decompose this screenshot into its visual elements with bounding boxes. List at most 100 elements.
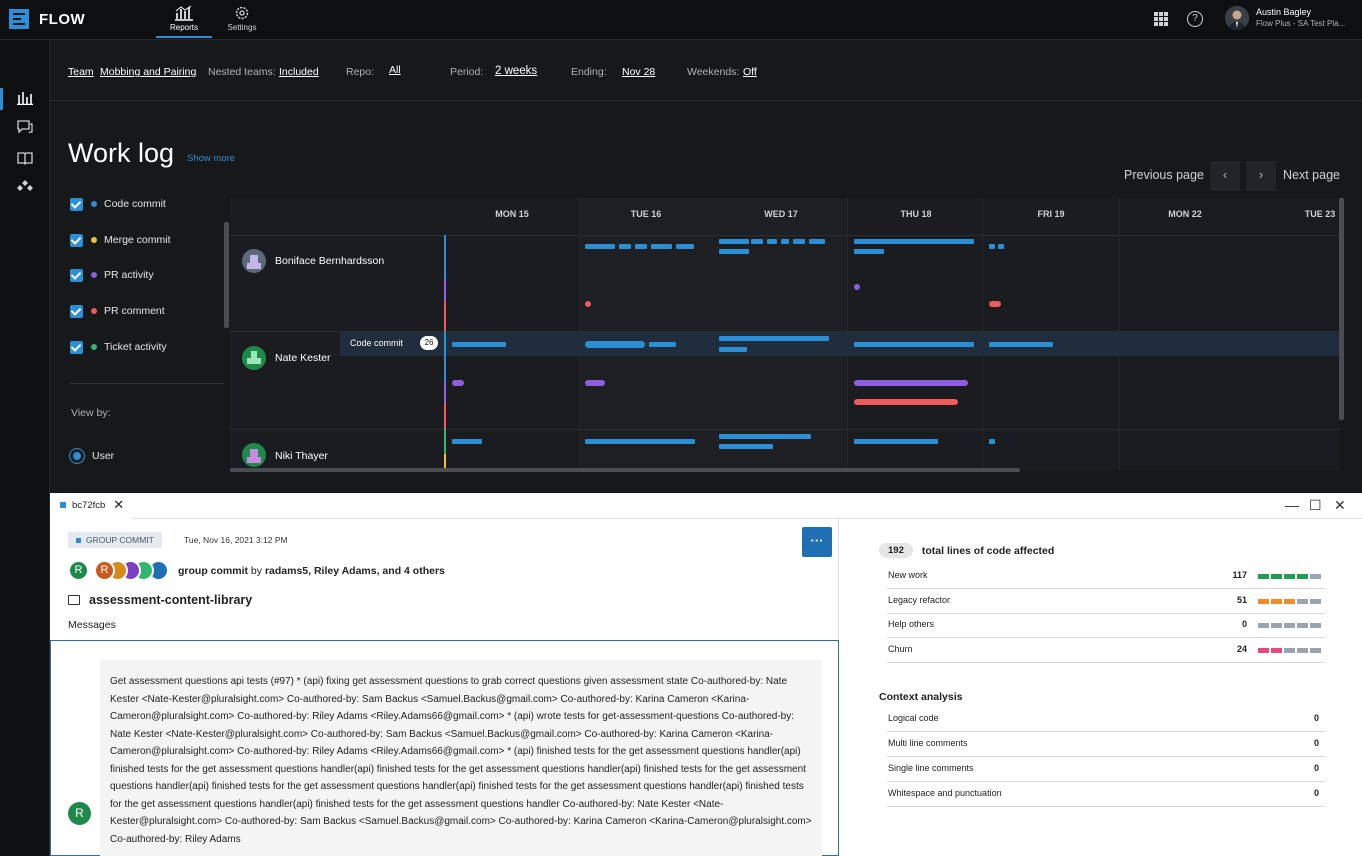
- activity-mark[interactable]: [585, 439, 695, 444]
- user-name[interactable]: Niki Thayer: [275, 450, 328, 462]
- maximize-icon[interactable]: ☐: [1309, 497, 1322, 514]
- legend-item-code-commit[interactable]: Code commit: [70, 197, 166, 211]
- activity-mark[interactable]: [719, 336, 829, 341]
- chat-icon[interactable]: [17, 120, 33, 134]
- previous-page-label[interactable]: Previous page: [1124, 168, 1204, 182]
- activity-mark[interactable]: [989, 244, 995, 249]
- checkbox[interactable]: [70, 304, 83, 318]
- tab-settings[interactable]: Settings: [214, 4, 270, 38]
- legend-item-ticket-activity[interactable]: Ticket activity: [70, 340, 167, 354]
- activity-mark[interactable]: [989, 301, 1001, 307]
- tab-reports[interactable]: Reports: [156, 4, 212, 38]
- legend-label: PR activity: [104, 269, 154, 281]
- activity-mark[interactable]: [854, 342, 974, 347]
- activity-mark[interactable]: [854, 380, 968, 386]
- checkbox[interactable]: [70, 197, 83, 211]
- bar-chart-icon[interactable]: [17, 91, 33, 105]
- close-icon[interactable]: ✕: [113, 497, 124, 513]
- next-page-button[interactable]: ›: [1246, 161, 1276, 191]
- legend-item-pr-comment[interactable]: PR comment: [70, 304, 165, 318]
- activity-mark[interactable]: [989, 342, 1053, 347]
- checkbox[interactable]: [70, 233, 83, 247]
- tab-settings-label: Settings: [227, 23, 257, 32]
- legend-item-merge-commit[interactable]: Merge commit: [70, 233, 171, 247]
- repo-filter[interactable]: All: [389, 64, 401, 76]
- view-by-user-radio[interactable]: [70, 449, 84, 463]
- activity-mark[interactable]: [854, 239, 974, 244]
- checkbox[interactable]: [70, 340, 83, 354]
- user-name[interactable]: Austin Bagley: [1256, 7, 1311, 17]
- avatar[interactable]: R: [94, 560, 115, 581]
- team-filter[interactable]: Mobbing and Pairing: [100, 66, 196, 78]
- activity-mark[interactable]: [452, 342, 506, 347]
- context-value: 0: [1313, 713, 1319, 723]
- weekends-filter[interactable]: Off: [743, 66, 757, 78]
- page-title: Work log: [68, 138, 175, 168]
- checkbox[interactable]: [70, 268, 83, 282]
- activity-mark[interactable]: [719, 239, 749, 244]
- apps-grid-icon[interactable]: [1154, 12, 1168, 26]
- activity-mark[interactable]: [676, 244, 694, 249]
- activity-mark[interactable]: [585, 341, 645, 348]
- activity-mark[interactable]: [585, 380, 605, 386]
- horizontal-scrollbar[interactable]: [230, 468, 1020, 472]
- total-lines-value: 192: [879, 543, 913, 558]
- legend-item-pr-activity[interactable]: PR activity: [70, 268, 154, 282]
- diamonds-icon[interactable]: [17, 180, 33, 194]
- avatar[interactable]: R: [68, 560, 89, 581]
- stat-value: 24: [1236, 644, 1247, 654]
- activity-mark[interactable]: [649, 342, 676, 347]
- close-icon[interactable]: ✕: [1334, 497, 1346, 514]
- nested-teams-filter[interactable]: Included: [279, 66, 319, 78]
- activity-mark[interactable]: [651, 244, 672, 249]
- activity-mark[interactable]: [635, 244, 647, 249]
- next-page-label[interactable]: Next page: [1283, 168, 1340, 182]
- avatar[interactable]: [1225, 6, 1249, 30]
- day-header: MON 22: [1168, 209, 1202, 219]
- activity-mark[interactable]: [854, 249, 884, 254]
- help-icon[interactable]: ?: [1187, 11, 1203, 27]
- avatar[interactable]: [242, 249, 266, 273]
- book-icon[interactable]: [17, 151, 33, 165]
- activity-mark[interactable]: [989, 439, 995, 444]
- view-by-user-label[interactable]: User: [92, 450, 114, 462]
- minimize-icon[interactable]: —: [1285, 497, 1299, 513]
- ending-filter[interactable]: Nov 28: [622, 66, 655, 78]
- activity-mark[interactable]: [619, 244, 631, 249]
- previous-page-button[interactable]: ‹: [1210, 161, 1240, 191]
- period-filter[interactable]: 2 weeks: [495, 65, 537, 77]
- tab-commit[interactable]: bc72fcb ✕: [50, 493, 132, 519]
- activity-mark[interactable]: [452, 380, 464, 386]
- avatar[interactable]: [242, 443, 266, 467]
- activity-mark[interactable]: [719, 434, 811, 439]
- timeline-segment: [444, 301, 446, 331]
- activity-mark[interactable]: [585, 244, 615, 249]
- activity-mark[interactable]: [854, 284, 860, 290]
- user-name[interactable]: Nate Kester: [275, 352, 330, 364]
- activity-mark[interactable]: [452, 439, 482, 444]
- activity-mark[interactable]: [719, 347, 747, 352]
- context-value: 0: [1313, 788, 1319, 798]
- app-logo[interactable]: FLOW: [9, 9, 85, 29]
- team-label[interactable]: Team: [68, 66, 94, 78]
- more-options-button[interactable]: ···: [802, 527, 832, 557]
- vertical-scrollbar[interactable]: [224, 222, 229, 328]
- avatar[interactable]: [242, 346, 266, 370]
- activity-mark[interactable]: [854, 399, 958, 405]
- activity-mark[interactable]: [719, 249, 749, 254]
- tooltip-label: Code commit: [350, 338, 404, 348]
- show-more-link[interactable]: Show more: [187, 153, 235, 164]
- activity-mark[interactable]: [809, 239, 825, 244]
- activity-mark[interactable]: [998, 244, 1004, 249]
- activity-mark[interactable]: [585, 301, 591, 307]
- user-name[interactable]: Boniface Bernhardsson: [275, 255, 384, 267]
- activity-mark[interactable]: [854, 439, 938, 444]
- activity-mark[interactable]: [767, 239, 777, 244]
- activity-mark[interactable]: [751, 239, 763, 244]
- vertical-scrollbar[interactable]: [1339, 198, 1344, 420]
- avatar[interactable]: R: [68, 802, 91, 825]
- timeline-segment: [444, 403, 446, 429]
- activity-mark[interactable]: [719, 444, 773, 449]
- activity-mark[interactable]: [781, 239, 789, 244]
- activity-mark[interactable]: [793, 239, 805, 244]
